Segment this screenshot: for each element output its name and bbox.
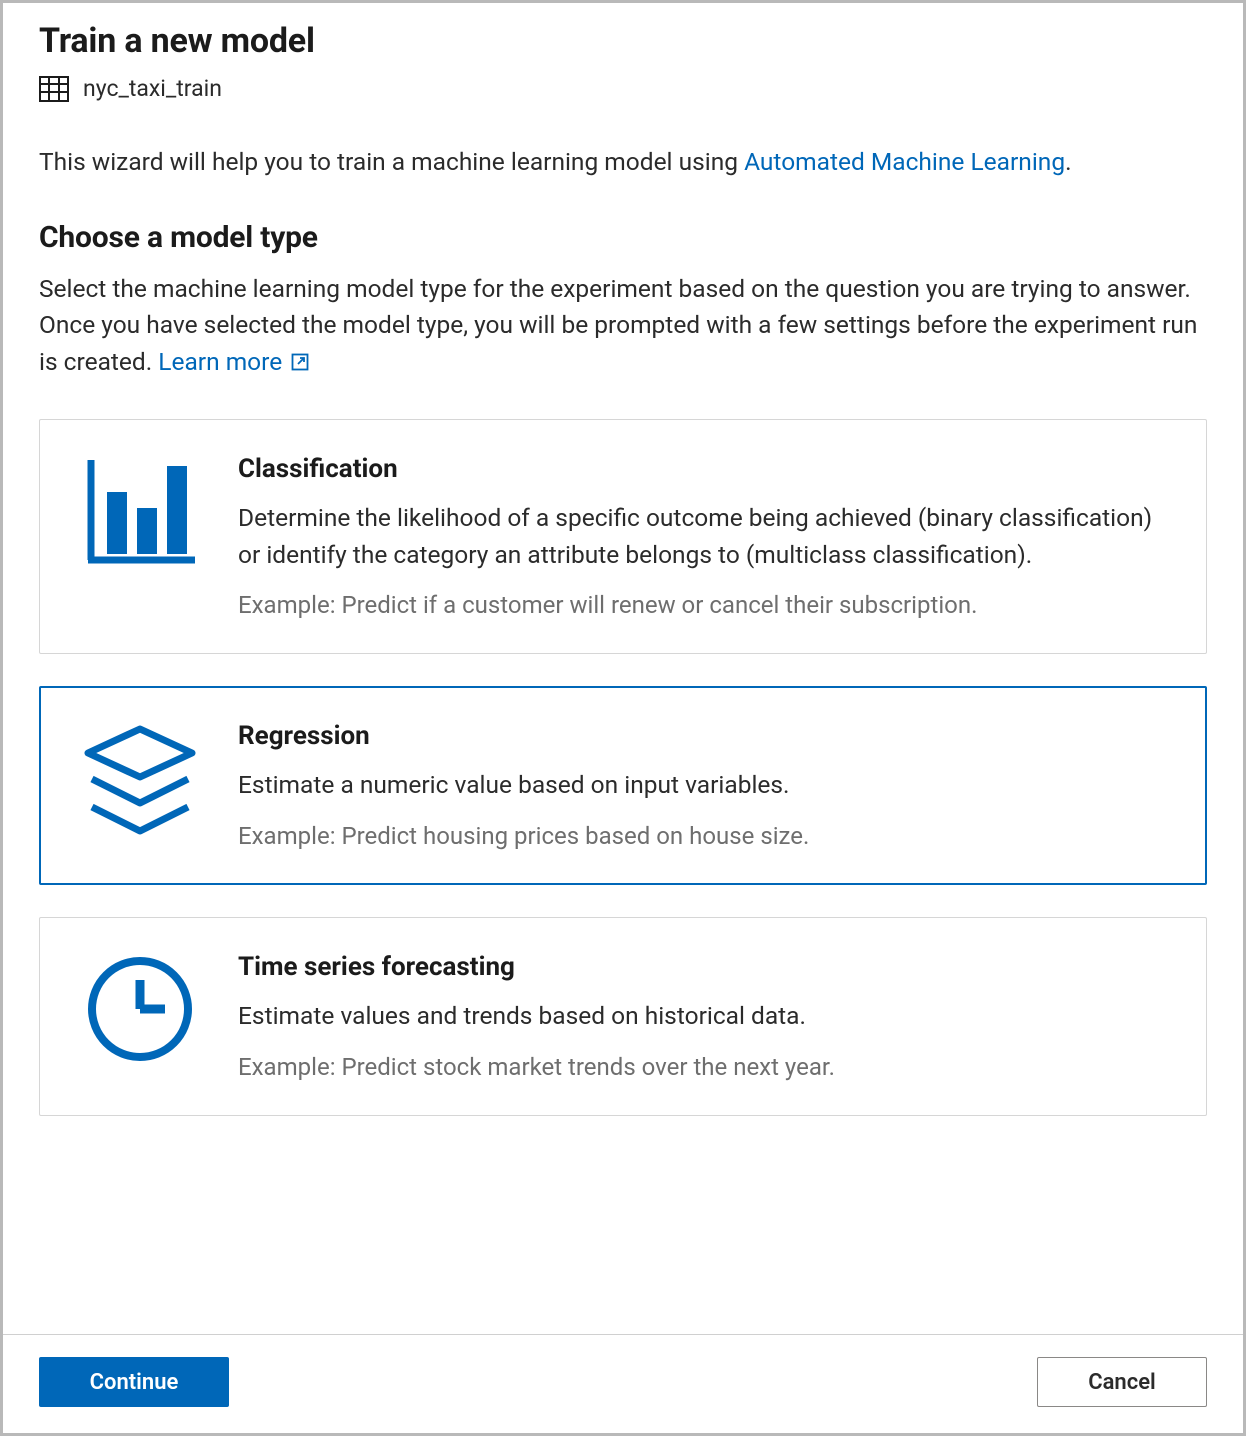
card-desc: Determine the likelihood of a specific o… [238,500,1166,574]
wizard-desc-suffix: . [1065,147,1071,176]
external-link-icon [290,352,310,372]
wizard-desc-prefix: This wizard will help you to train a mac… [39,147,744,176]
dataset-name: nyc_taxi_train [83,75,222,102]
card-title: Time series forecasting [238,952,1166,982]
card-title: Regression [238,721,1166,751]
model-type-cards: Classification Determine the likelihood … [39,419,1207,1116]
wizard-footer: Continue Cancel [3,1334,1243,1433]
section-title: Choose a model type [39,220,1207,255]
card-regression[interactable]: Regression Estimate a numeric value base… [39,686,1207,885]
learn-more-link[interactable]: Learn more [158,347,310,376]
learn-more-text: Learn more [158,347,282,376]
automl-link[interactable]: Automated Machine Learning [744,147,1065,176]
card-classification[interactable]: Classification Determine the likelihood … [39,419,1207,655]
card-example: Example: Predict stock market trends ove… [238,1053,1166,1081]
card-title: Classification [238,454,1166,484]
cancel-button[interactable]: Cancel [1037,1357,1207,1407]
clock-icon [80,952,200,1081]
layers-icon [80,721,200,850]
card-desc: Estimate values and trends based on hist… [238,998,1166,1035]
section-description: Select the machine learning model type f… [39,271,1207,381]
card-forecasting[interactable]: Time series forecasting Estimate values … [39,917,1207,1116]
card-example: Example: Predict if a customer will rene… [238,591,1166,619]
page-title: Train a new model [39,21,1207,61]
bar-chart-icon [80,454,200,620]
card-example: Example: Predict housing prices based on… [238,822,1166,850]
dataset-row: nyc_taxi_train [39,75,1207,102]
continue-button[interactable]: Continue [39,1357,229,1407]
card-desc: Estimate a numeric value based on input … [238,767,1166,804]
wizard-description: This wizard will help you to train a mac… [39,144,1207,180]
dataset-table-icon [39,76,69,102]
